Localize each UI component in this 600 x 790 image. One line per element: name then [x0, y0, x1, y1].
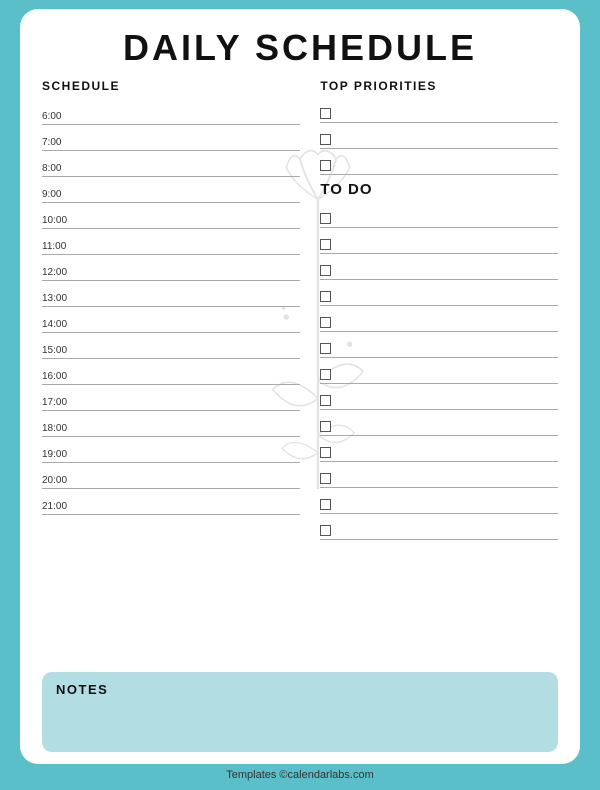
priority-rows	[320, 97, 558, 175]
time-label: 12:00	[42, 267, 76, 280]
time-row: 14:00	[42, 307, 300, 333]
time-row: 6:00	[42, 99, 300, 125]
time-row: 19:00	[42, 437, 300, 463]
todo-row	[320, 306, 558, 332]
todo-row	[320, 280, 558, 306]
time-row: 8:00	[42, 151, 300, 177]
todo-rows	[320, 202, 558, 540]
priority-row	[320, 123, 558, 149]
time-row: 15:00	[42, 333, 300, 359]
time-label: 15:00	[42, 345, 76, 358]
time-label: 20:00	[42, 475, 76, 488]
notes-header: NOTES	[56, 682, 544, 697]
time-rows: 6:00 7:00 8:00 9:00 10:00 11:00 12:00 13:00 14:0…	[42, 99, 300, 515]
todo-checkbox[interactable]	[320, 395, 331, 406]
time-row: 17:00	[42, 385, 300, 411]
time-label: 21:00	[42, 501, 76, 514]
time-label: 10:00	[42, 215, 76, 228]
time-row: 10:00	[42, 203, 300, 229]
priorities-section: TOP PRIORITIES	[320, 79, 558, 175]
todo-checkbox[interactable]	[320, 447, 331, 458]
time-row: 9:00	[42, 177, 300, 203]
time-row: 12:00	[42, 255, 300, 281]
time-label: 9:00	[42, 189, 76, 202]
time-label: 7:00	[42, 137, 76, 150]
todo-checkbox[interactable]	[320, 265, 331, 276]
time-row: 7:00	[42, 125, 300, 151]
time-row: 20:00	[42, 463, 300, 489]
time-row: 18:00	[42, 411, 300, 437]
todo-checkbox[interactable]	[320, 473, 331, 484]
todo-checkbox[interactable]	[320, 343, 331, 354]
todo-row	[320, 202, 558, 228]
main-columns: SCHEDULE 6:00 7:00 8:00 9:00 10:00 11:00 12:00…	[42, 79, 558, 662]
time-label: 8:00	[42, 163, 76, 176]
todo-row	[320, 358, 558, 384]
todo-checkbox[interactable]	[320, 213, 331, 224]
todo-row	[320, 228, 558, 254]
todo-checkbox[interactable]	[320, 421, 331, 432]
todo-checkbox[interactable]	[320, 369, 331, 380]
todo-checkbox[interactable]	[320, 317, 331, 328]
todo-row	[320, 384, 558, 410]
schedule-column: SCHEDULE 6:00 7:00 8:00 9:00 10:00 11:00 12:00…	[42, 79, 310, 662]
time-label: 18:00	[42, 423, 76, 436]
time-label: 13:00	[42, 293, 76, 306]
todo-checkbox[interactable]	[320, 291, 331, 302]
todo-checkbox[interactable]	[320, 525, 331, 536]
priorities-header: TOP PRIORITIES	[320, 79, 558, 93]
todo-header: TO DO	[320, 181, 558, 198]
priority-checkbox[interactable]	[320, 134, 331, 145]
priority-row	[320, 149, 558, 175]
time-row: 21:00	[42, 489, 300, 515]
todo-row	[320, 488, 558, 514]
time-label: 19:00	[42, 449, 76, 462]
time-label: 6:00	[42, 111, 76, 124]
page-title: DAILY SCHEDULE	[42, 27, 558, 69]
priority-checkbox[interactable]	[320, 160, 331, 171]
time-label: 17:00	[42, 397, 76, 410]
time-label: 16:00	[42, 371, 76, 384]
todo-row	[320, 436, 558, 462]
time-row: 11:00	[42, 229, 300, 255]
todo-row	[320, 514, 558, 540]
todo-checkbox[interactable]	[320, 499, 331, 510]
todo-row	[320, 332, 558, 358]
priority-checkbox[interactable]	[320, 108, 331, 119]
notes-section: NOTES	[42, 672, 558, 752]
time-row: 16:00	[42, 359, 300, 385]
todo-row	[320, 462, 558, 488]
todo-row	[320, 254, 558, 280]
right-column: TOP PRIORITIES TO DO	[310, 79, 558, 662]
schedule-header: SCHEDULE	[42, 79, 300, 93]
todo-row	[320, 410, 558, 436]
time-label: 14:00	[42, 319, 76, 332]
todo-section: TO DO	[320, 181, 558, 540]
time-row: 13:00	[42, 281, 300, 307]
priority-row	[320, 97, 558, 123]
page-wrapper: DAILY SCHEDULE SCHEDULE 6:00 7:00 8:00 9:00…	[20, 9, 580, 764]
footer-text: Templates ©calendarlabs.com	[226, 769, 374, 781]
time-label: 11:00	[42, 241, 76, 254]
todo-checkbox[interactable]	[320, 239, 331, 250]
